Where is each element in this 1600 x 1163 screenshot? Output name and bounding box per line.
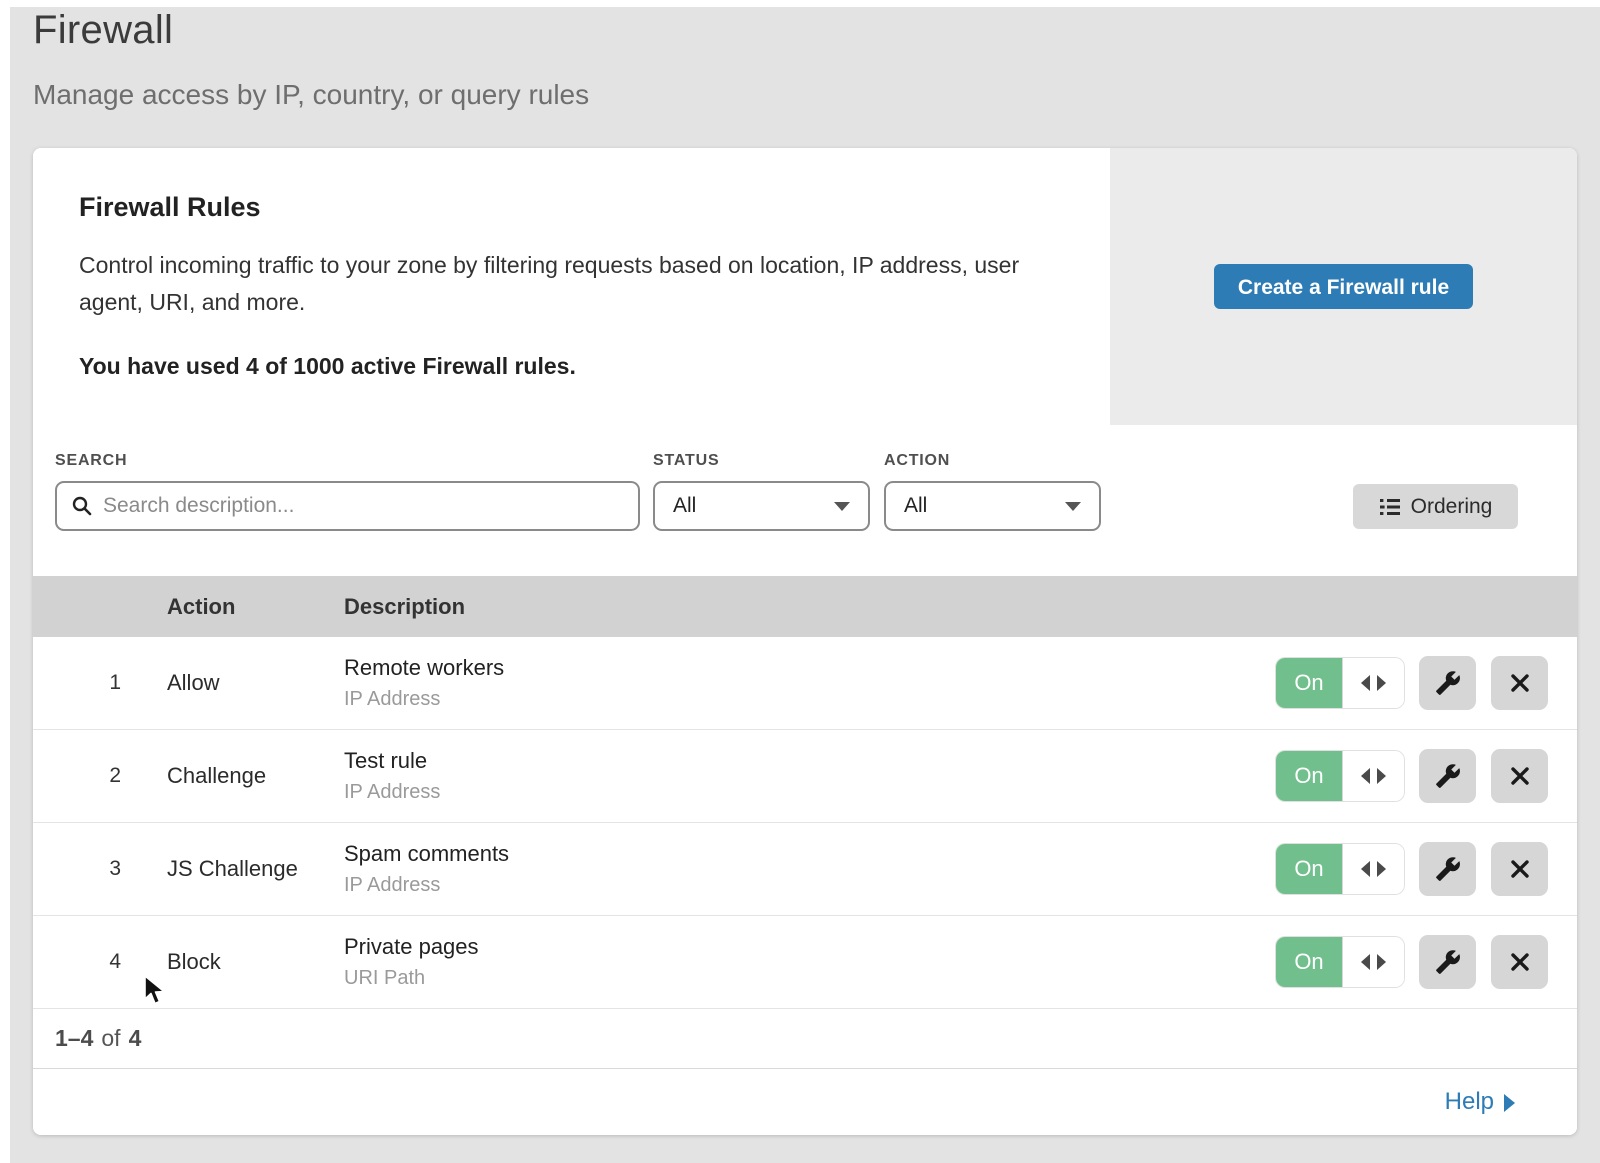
create-firewall-rule-button[interactable]: Create a Firewall rule [1214,264,1473,309]
close-icon [1508,950,1532,974]
pagination-total: 4 [129,1025,142,1052]
rule-enabled-toggle[interactable]: On [1276,844,1404,894]
table-row: 1 Allow Remote workers IP Address On [33,637,1577,730]
rule-enabled-toggle[interactable]: On [1276,751,1404,801]
pagination-range: 1–4 [55,1025,93,1052]
table-header: Action Description [33,576,1577,637]
search-input[interactable] [103,494,624,518]
description-column-header: Description [344,594,1577,620]
rule-match-type: URI Path [344,967,1276,990]
table-row: 3 JS Challenge Spam comments IP Address … [33,823,1577,916]
arrow-right-icon [1377,861,1386,877]
rule-controls: On [1276,935,1577,989]
table-row: 2 Challenge Test rule IP Address On [33,730,1577,823]
toggle-on-label: On [1276,937,1342,987]
action-select[interactable]: All [884,481,1101,531]
edit-rule-button[interactable] [1419,935,1476,989]
action-column-header: Action [167,594,344,620]
card-footer: Help [33,1069,1577,1135]
edit-rule-button[interactable] [1419,656,1476,710]
toggle-on-label: On [1276,844,1342,894]
rule-priority: 1 [33,671,121,695]
rule-description: Spam comments [344,841,1276,867]
card-top-section: Firewall Rules Control incoming traffic … [33,148,1577,425]
delete-rule-button[interactable] [1491,749,1548,803]
wrench-icon [1435,949,1461,975]
toggle-on-label: On [1276,751,1342,801]
arrow-right-icon [1377,768,1386,784]
close-icon [1508,671,1532,695]
page-subtitle: Manage access by IP, country, or query r… [33,79,589,111]
firewall-rules-card: Firewall Rules Control incoming traffic … [33,148,1577,1135]
ordered-list-icon [1379,496,1401,518]
delete-rule-button[interactable] [1491,935,1548,989]
arrow-left-icon [1361,954,1370,970]
toggle-handle[interactable] [1342,658,1404,708]
rule-priority: 2 [33,764,121,788]
rule-match-type: IP Address [344,874,1276,897]
ordering-button[interactable]: Ordering [1353,484,1518,529]
rule-match-type: IP Address [344,781,1276,804]
rule-action: Challenge [167,763,344,789]
search-icon [71,495,93,517]
card-info: Firewall Rules Control incoming traffic … [33,148,1110,425]
status-selected-value: All [673,494,696,518]
pagination: 1–4 of 4 [33,1009,1577,1069]
help-label: Help [1445,1088,1494,1116]
rule-action: Block [167,949,344,975]
page-title: Firewall [33,8,589,53]
search-box [55,481,640,531]
wrench-icon [1435,670,1461,696]
status-select[interactable]: All [653,481,870,531]
rule-action: JS Challenge [167,856,344,882]
rule-match-type: IP Address [344,688,1276,711]
arrow-right-icon [1377,954,1386,970]
status-label: STATUS [653,452,719,470]
table-row: 4 Block Private pages URI Path On [33,916,1577,1009]
action-label: ACTION [884,452,950,470]
arrow-right-icon [1504,1094,1515,1112]
rule-controls: On [1276,656,1577,710]
rule-controls: On [1276,749,1577,803]
card-heading: Firewall Rules [79,192,1050,223]
rule-action: Allow [167,670,344,696]
help-link[interactable]: Help [1445,1088,1515,1116]
delete-rule-button[interactable] [1491,842,1548,896]
rule-priority: 4 [33,950,121,974]
chevron-down-icon [1065,502,1081,511]
toggle-handle[interactable] [1342,937,1404,987]
ordering-button-label: Ordering [1411,495,1493,519]
wrench-icon [1435,856,1461,882]
toggle-on-label: On [1276,658,1342,708]
arrow-left-icon [1361,768,1370,784]
rule-description: Remote workers [344,655,1276,681]
action-selected-value: All [904,494,927,518]
page-header: Firewall Manage access by IP, country, o… [33,8,589,111]
arrow-left-icon [1361,675,1370,691]
wrench-icon [1435,763,1461,789]
rule-enabled-toggle[interactable]: On [1276,937,1404,987]
arrow-right-icon [1377,675,1386,691]
close-icon [1508,857,1532,881]
edit-rule-button[interactable] [1419,842,1476,896]
arrow-left-icon [1361,861,1370,877]
create-rule-panel: Create a Firewall rule [1110,148,1577,425]
usage-summary: You have used 4 of 1000 active Firewall … [79,353,1050,380]
rule-description: Test rule [344,748,1276,774]
card-description: Control incoming traffic to your zone by… [79,247,1029,321]
rule-controls: On [1276,842,1577,896]
close-icon [1508,764,1532,788]
edit-rule-button[interactable] [1419,749,1476,803]
rule-priority: 3 [33,857,121,881]
filter-bar: SEARCH STATUS All ACTION All [33,425,1577,576]
rule-enabled-toggle[interactable]: On [1276,658,1404,708]
toggle-handle[interactable] [1342,751,1404,801]
firewall-page: Firewall Manage access by IP, country, o… [0,0,1600,1163]
toggle-handle[interactable] [1342,844,1404,894]
pagination-of-label: of [101,1025,120,1052]
search-label: SEARCH [55,452,127,470]
chevron-down-icon [834,502,850,511]
delete-rule-button[interactable] [1491,656,1548,710]
rule-description: Private pages [344,934,1276,960]
